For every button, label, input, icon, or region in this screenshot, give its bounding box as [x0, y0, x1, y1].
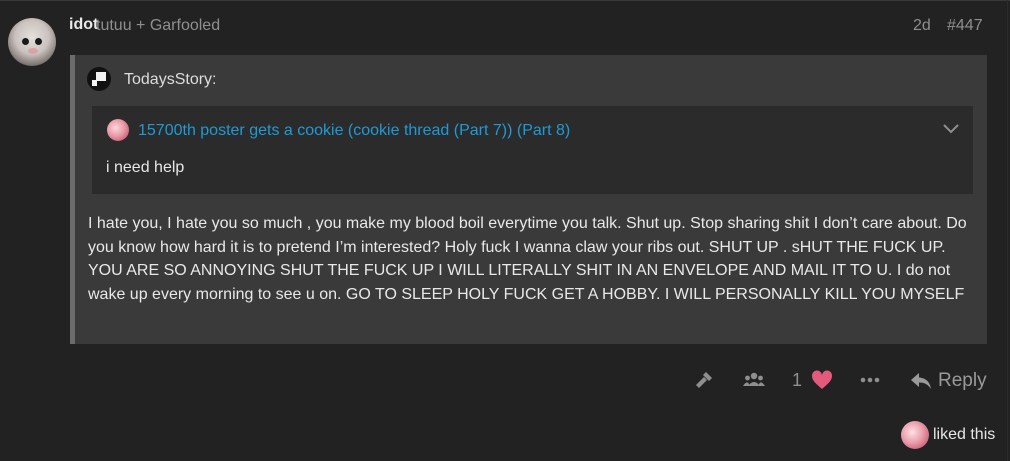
reply-icon: [911, 373, 931, 389]
poster-avatar[interactable]: [8, 18, 56, 66]
top-divider: [0, 0, 1010, 1]
quote-body-text: I hate you, I hate you so much , you mak…: [88, 215, 967, 303]
username[interactable]: idot: [69, 16, 98, 34]
reply-label: Reply: [938, 370, 987, 391]
inner-quote-topic-link[interactable]: 15700th poster gets a cookie (cookie thr…: [138, 122, 570, 140]
liker-avatar[interactable]: [901, 421, 929, 449]
avatar-nose: [28, 48, 38, 54]
reply-button[interactable]: Reply: [910, 368, 987, 394]
user-title: tutuu + Garfooled: [96, 17, 221, 34]
inner-quote-block: [92, 106, 973, 194]
avatar-shape: [92, 80, 97, 86]
quote-author[interactable]: TodaysStory:: [124, 71, 216, 89]
liked-this-text: liked this: [933, 426, 996, 443]
ellipsis-icon[interactable]: [858, 368, 882, 392]
avatar-eye-right: [35, 38, 42, 45]
hammer-icon[interactable]: [693, 368, 717, 392]
quote-author-avatar[interactable]: [87, 67, 111, 91]
right-divider: [1007, 0, 1008, 461]
like-count[interactable]: 1: [792, 370, 802, 391]
post-date[interactable]: 2d: [913, 17, 931, 35]
heart-icon[interactable]: [810, 368, 834, 392]
post-number[interactable]: #447: [947, 17, 983, 35]
users-icon[interactable]: [742, 368, 766, 392]
avatar-eye-left: [22, 38, 29, 45]
inner-quote-avatar[interactable]: [107, 119, 129, 141]
chevron-down-icon[interactable]: [940, 118, 962, 140]
inner-quote-text: i need help: [106, 159, 185, 176]
avatar-shape: [96, 72, 106, 81]
